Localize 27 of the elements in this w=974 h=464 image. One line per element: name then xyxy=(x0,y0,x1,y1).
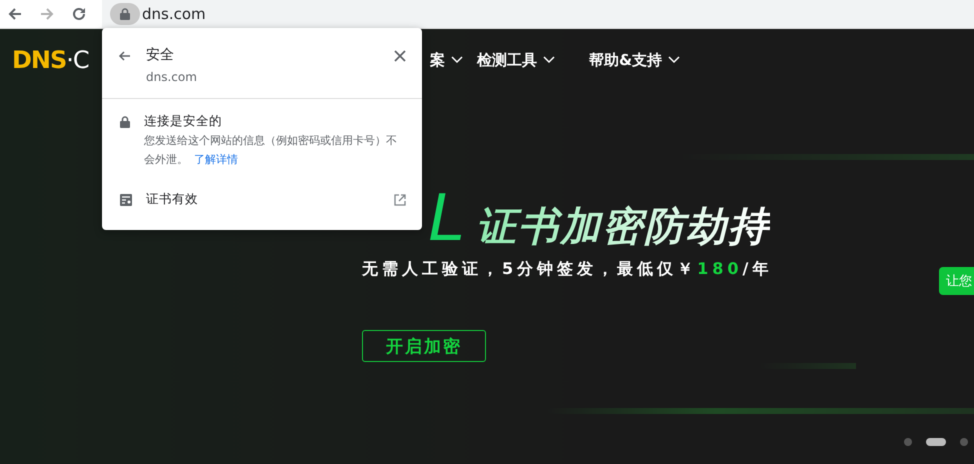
close-icon[interactable] xyxy=(394,50,406,62)
carousel-dot[interactable] xyxy=(904,438,912,446)
nav-menu-item[interactable]: 帮助&支持 xyxy=(589,50,680,70)
start-encryption-button[interactable]: 开启加密 xyxy=(362,330,486,362)
carousel-dot[interactable] xyxy=(960,438,968,446)
hero-subtitle: 无需人工验证，5分钟签发，最低仅￥180/年 xyxy=(362,259,774,280)
address-field[interactable]: dns.com xyxy=(142,5,206,23)
connection-status: 连接是安全的 xyxy=(144,113,223,130)
logo[interactable]: DNS·C xyxy=(12,46,100,74)
chevron-down-icon xyxy=(451,56,463,64)
lock-icon xyxy=(120,116,130,128)
certificate-icon xyxy=(120,194,132,206)
certificate-item[interactable]: 证书有效 xyxy=(102,169,422,230)
external-link-icon xyxy=(394,194,406,206)
reload-icon[interactable] xyxy=(70,5,88,23)
learn-more-link[interactable]: 了解详情 xyxy=(194,153,238,166)
site-info-button[interactable] xyxy=(110,3,140,25)
popup-title: 安全 xyxy=(146,46,175,64)
nav-menu-item[interactable]: 案 xyxy=(430,50,463,70)
hero-title: L xyxy=(428,183,466,251)
chevron-down-icon xyxy=(668,56,680,64)
lock-icon xyxy=(120,8,130,20)
chevron-down-icon xyxy=(543,56,555,64)
connection-description: 您发送给这个网站的信息（例如密码或信用卡号）不会外泄。 了解详情 xyxy=(144,133,398,168)
domain-text: dns.com xyxy=(146,70,198,84)
back-icon[interactable] xyxy=(118,49,132,63)
nav-menu-item[interactable]: 检测工具 xyxy=(477,50,555,70)
